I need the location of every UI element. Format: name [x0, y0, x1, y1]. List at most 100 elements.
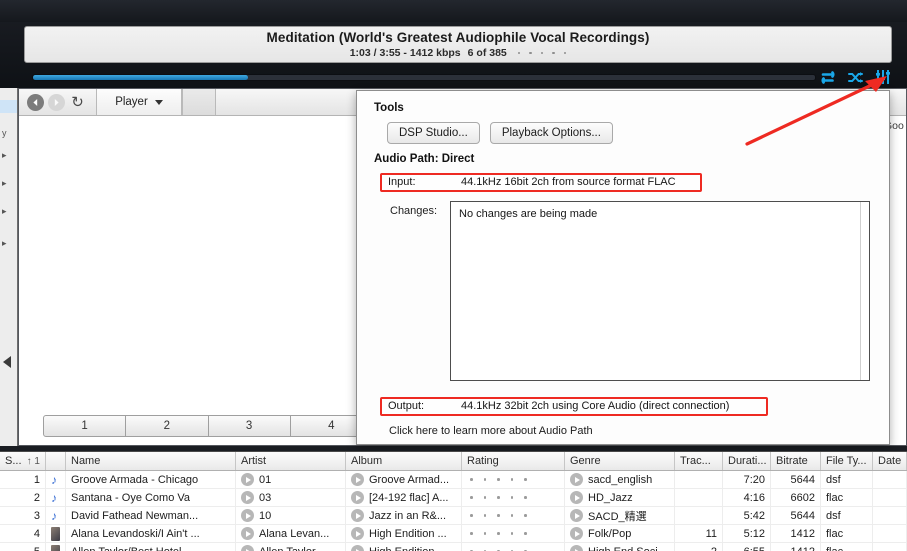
cell-album: High Endition ... [346, 525, 462, 542]
column-header-filety[interactable]: File Ty... [821, 452, 873, 470]
cell-track: 11 [675, 525, 723, 542]
changes-box[interactable]: No changes are being made [450, 201, 870, 381]
cell-track-text: 2 [711, 546, 717, 551]
left-sidebar-sliver[interactable]: y ▸ ▸ ▸ ▸ [0, 88, 18, 446]
equalizer-icon[interactable] [875, 70, 891, 84]
cell-filetype-text: flac [826, 527, 844, 540]
rating-stars[interactable] [467, 496, 527, 499]
output-label: Output: [388, 400, 425, 412]
cell-index-text: 5 [34, 546, 40, 551]
column-header-trac[interactable]: Trac... [675, 452, 723, 470]
reload-icon: ↻ [71, 94, 84, 111]
segment-3[interactable]: 3 [209, 416, 291, 436]
cell-bitrate: 1412 [771, 543, 821, 551]
cell-genre-text: Folk/Pop [588, 527, 632, 540]
play-circle-icon[interactable] [570, 473, 583, 486]
cell-artist-text: 10 [259, 509, 272, 522]
play-circle-icon[interactable] [241, 527, 254, 540]
cell-bitrate: 5644 [771, 507, 821, 524]
play-circle-icon[interactable] [351, 491, 364, 504]
reload-button[interactable]: ↻ [67, 93, 88, 112]
cell-album: Groove Armad... [346, 471, 462, 488]
column-header-date[interactable]: Date [873, 452, 907, 470]
cell-album: High Endition [346, 543, 462, 551]
audio-path-heading: Audio Path: Direct [374, 153, 475, 165]
cell-artist: 01 [236, 471, 346, 488]
now-playing-display[interactable]: Meditation (World's Greatest Audiophile … [24, 26, 892, 63]
cell-name-text: Alana Levandoski/I Ain't ... [71, 527, 200, 540]
cell-filetype-text: flac [826, 491, 844, 504]
table-row[interactable]: 5 Allen Taylor/Best Hotel Allen Taylor High… [0, 543, 907, 551]
panel-collapse-arrow-icon[interactable] [3, 356, 11, 368]
cell-name: Santana - Oye Como Va [66, 489, 236, 506]
column-header-name[interactable]: Name [66, 452, 236, 470]
cell-artist-text: Allen Taylor [259, 546, 316, 551]
tab-blank[interactable] [182, 89, 216, 115]
output-value: 44.1kHz 32bit 2ch using Core Audio (dire… [461, 400, 730, 412]
table-row[interactable]: 1 ♪ Groove Armada - Chicago 01 Groove Armad.… [0, 471, 907, 489]
shuffle-icon[interactable] [848, 71, 864, 84]
rating-stars[interactable] [467, 478, 527, 481]
sidebar-selected-row[interactable] [0, 100, 17, 113]
column-header-s[interactable]: S... ↑ 1 [0, 452, 46, 470]
column-header-artist[interactable]: Artist [236, 452, 346, 470]
play-circle-icon[interactable] [351, 509, 364, 522]
playback-options-button[interactable]: Playback Options... [489, 122, 613, 144]
page-segmented-control[interactable]: 1 2 3 4 [43, 415, 373, 437]
column-header-label: File Ty... [826, 455, 867, 467]
tab-player[interactable]: Player [96, 89, 182, 115]
cell-date [873, 543, 907, 551]
play-circle-icon[interactable] [570, 509, 583, 522]
album-thumbnail [51, 526, 60, 541]
forward-icon [48, 93, 65, 111]
cell-duration-text: 6:55 [744, 546, 765, 551]
album-thumbnail [51, 544, 60, 551]
cell-index: 2 [0, 489, 46, 506]
rating-stars[interactable] [467, 532, 527, 535]
cell-filetype: dsf [821, 507, 873, 524]
cell-rating [462, 507, 565, 524]
play-circle-icon[interactable] [241, 491, 254, 504]
play-circle-icon[interactable] [351, 527, 364, 540]
table-row[interactable]: 3 ♪ David Fathead Newman... 10 Jazz in an R&… [0, 507, 907, 525]
changes-scroll-gutter[interactable] [860, 202, 869, 380]
segment-1[interactable]: 1 [44, 416, 127, 436]
seek-bar[interactable] [32, 74, 816, 81]
dsp-studio-button[interactable]: DSP Studio... [387, 122, 480, 144]
play-circle-icon[interactable] [351, 545, 364, 551]
play-circle-icon[interactable] [570, 527, 583, 540]
changes-label: Changes: [390, 205, 438, 217]
tools-heading: Tools [374, 102, 404, 114]
play-circle-icon[interactable] [570, 491, 583, 504]
rating-dots[interactable] [517, 51, 567, 55]
play-circle-icon[interactable] [241, 473, 254, 486]
column-header-icon[interactable] [46, 452, 66, 470]
table-body: 1 ♪ Groove Armada - Chicago 01 Groove Armad.… [0, 471, 907, 551]
column-header-genre[interactable]: Genre [565, 452, 675, 470]
column-header-bitrate[interactable]: Bitrate [771, 452, 821, 470]
rating-stars[interactable] [467, 514, 527, 517]
audio-path-learn-more-link[interactable]: Click here to learn more about Audio Pat… [389, 425, 593, 437]
table-row[interactable]: 4 Alana Levandoski/I Ain't ... Alana Levan… [0, 525, 907, 543]
cell-index-text: 4 [33, 527, 40, 540]
forward-button[interactable] [46, 93, 67, 112]
cell-album-text: [24-192 flac] A... [369, 491, 449, 504]
segment-2[interactable]: 2 [126, 416, 209, 436]
table-row[interactable]: 2 ♪ Santana - Oye Como Va 03 [24-192 flac] A… [0, 489, 907, 507]
column-header-rating[interactable]: Rating [462, 452, 565, 470]
play-circle-icon[interactable] [570, 545, 583, 551]
column-header-durati[interactable]: Durati... [723, 452, 771, 470]
play-circle-icon[interactable] [241, 545, 254, 551]
repeat-icon[interactable] [820, 70, 837, 84]
cell-name-text: David Fathead Newman... [71, 509, 199, 522]
music-note-icon: ♪ [51, 472, 57, 487]
play-circle-icon[interactable] [241, 509, 254, 522]
cell-album-text: High Endition ... [369, 527, 447, 540]
cell-filetype: dsf [821, 471, 873, 488]
track-table[interactable]: S... ↑ 1 Name Artist Album Rating Genre Trac...… [0, 451, 907, 551]
back-button[interactable] [25, 93, 46, 112]
cell-date [873, 489, 907, 506]
play-circle-icon[interactable] [351, 473, 364, 486]
cell-track-text: 11 [705, 527, 717, 540]
column-header-album[interactable]: Album [346, 452, 462, 470]
